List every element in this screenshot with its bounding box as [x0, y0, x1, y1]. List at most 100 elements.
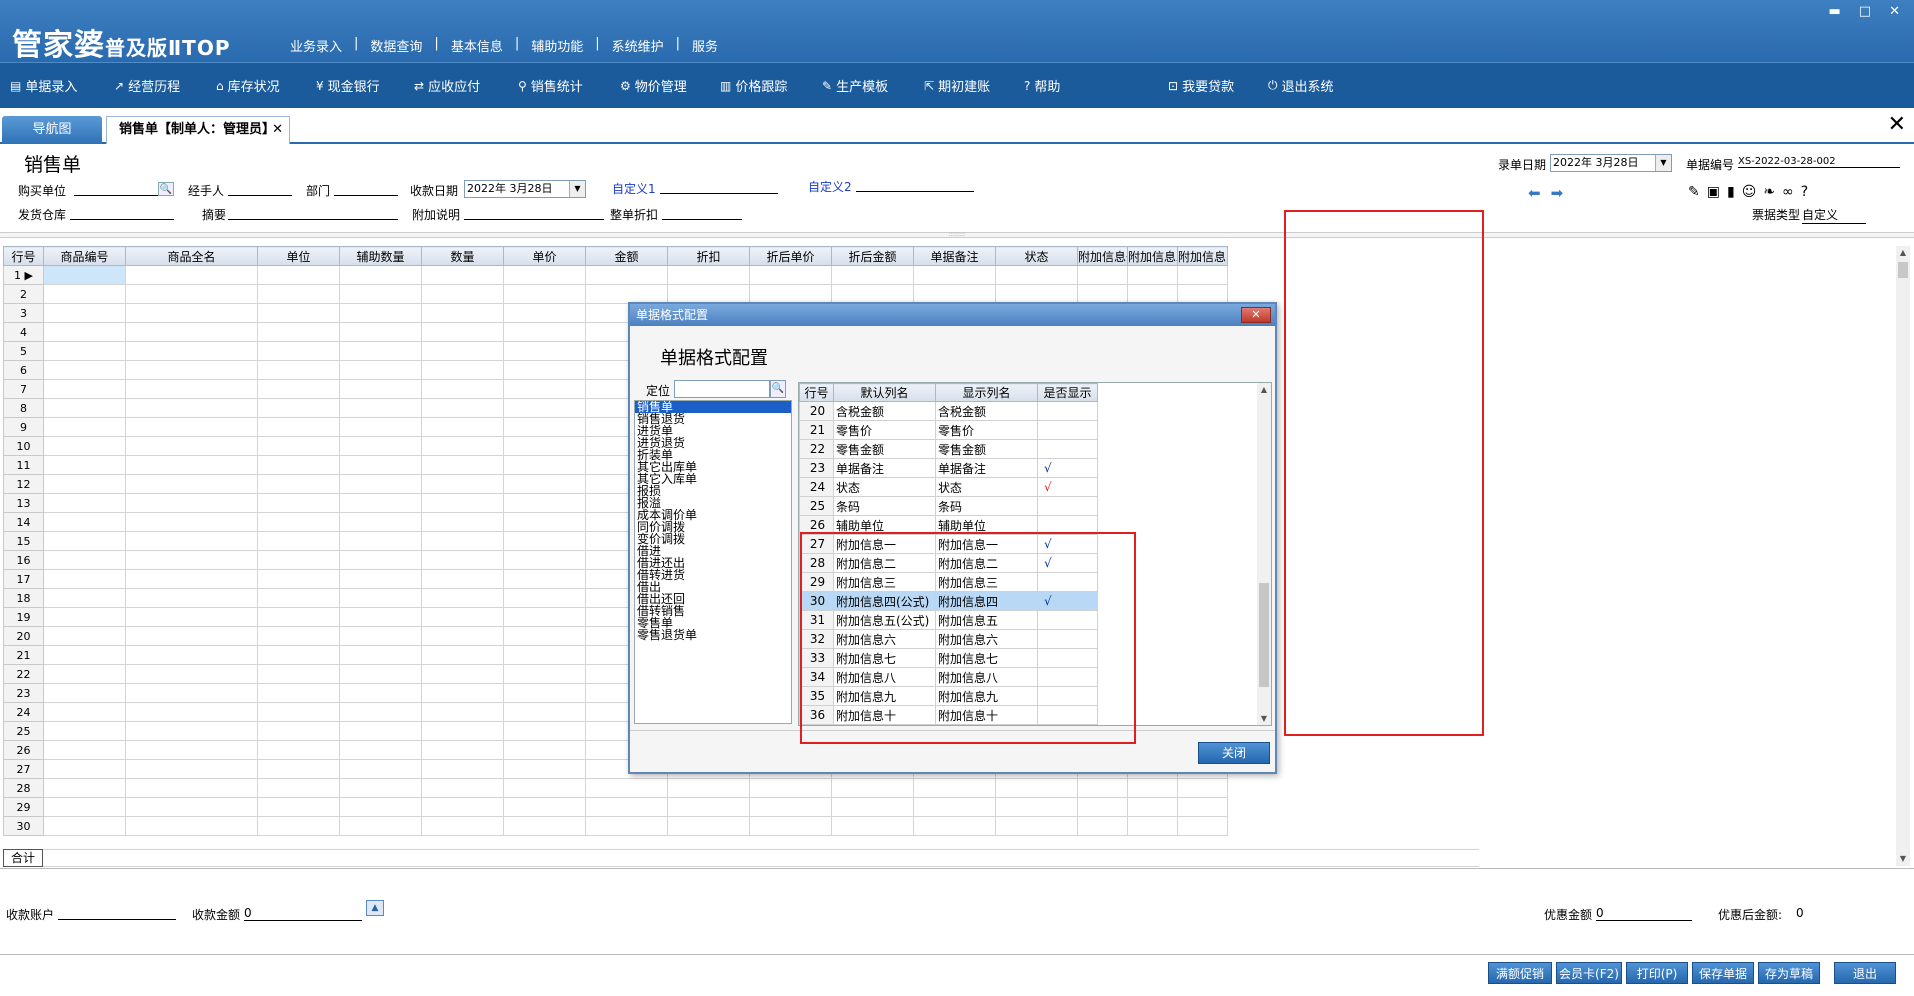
custom2-label[interactable]: 自定义2: [808, 178, 852, 195]
grid-cell[interactable]: [257, 550, 340, 570]
grid-cell[interactable]: [43, 778, 126, 798]
column-header[interactable]: 商品编号: [43, 246, 126, 266]
grid-cell[interactable]: [43, 398, 126, 418]
grid-cell[interactable]: [125, 265, 258, 285]
grid-cell[interactable]: [125, 816, 258, 836]
grid-cell[interactable]: [43, 265, 126, 285]
grid-cell[interactable]: [421, 398, 504, 418]
close-document-icon[interactable]: ✕: [1888, 112, 1906, 137]
grid-cell[interactable]: [125, 512, 258, 532]
grid-cell[interactable]: [257, 816, 340, 836]
grid-cell[interactable]: [339, 664, 422, 684]
display-column-name[interactable]: 附加信息八: [935, 667, 1038, 687]
grid-cell[interactable]: [749, 265, 832, 285]
grid-cell[interactable]: [421, 759, 504, 779]
grid-cell[interactable]: [257, 265, 340, 285]
grid-cell[interactable]: [421, 455, 504, 475]
show-checkbox[interactable]: [1037, 629, 1098, 649]
buyer-input[interactable]: [74, 182, 158, 196]
toolbar-gear-button[interactable]: ⚙ 物价管理: [620, 76, 720, 96]
table-row[interactable]: 20 含税金额 含税金额: [799, 401, 1098, 421]
grid-cell[interactable]: [257, 759, 340, 779]
grid-cell[interactable]: [257, 645, 340, 665]
top-menu-item[interactable]: 系统维护: [600, 36, 676, 55]
column-header[interactable]: 行号: [3, 246, 44, 266]
grid-cell[interactable]: [421, 474, 504, 494]
display-column-name[interactable]: 单据备注: [935, 458, 1038, 478]
grid-cell[interactable]: [43, 436, 126, 456]
grid-cell[interactable]: [503, 455, 586, 475]
grid-cell[interactable]: [421, 683, 504, 703]
grid-cell[interactable]: [339, 550, 422, 570]
grid-cell[interactable]: [1077, 265, 1128, 285]
toolbar-exchange-button[interactable]: ⇄ 应收应付: [414, 76, 518, 96]
arrow-right-icon[interactable]: ➡: [1551, 184, 1564, 202]
grid-cell[interactable]: [257, 436, 340, 456]
grid-cell[interactable]: [43, 626, 126, 646]
display-column-name[interactable]: 条码: [935, 496, 1038, 516]
grid-cell[interactable]: [503, 398, 586, 418]
dialog-close-button[interactable]: 关闭: [1198, 742, 1270, 764]
grid-cell[interactable]: [125, 778, 258, 798]
grid-cell[interactable]: [421, 284, 504, 304]
grid-cell[interactable]: [831, 778, 914, 798]
arrow-left-icon[interactable]: ⬅: [1528, 184, 1541, 202]
discount-input[interactable]: [662, 206, 742, 220]
show-checkbox[interactable]: [1037, 572, 1098, 592]
grid-cell[interactable]: [257, 284, 340, 304]
exit-button[interactable]: 退出: [1834, 962, 1896, 984]
grid-cell[interactable]: [43, 816, 126, 836]
grid-cell[interactable]: [503, 569, 586, 589]
top-menu-item[interactable]: 数据查询: [358, 36, 434, 55]
grid-cell[interactable]: [1077, 284, 1128, 304]
scroll-down-icon[interactable]: ▼: [1896, 852, 1910, 866]
show-checkbox[interactable]: [1037, 496, 1098, 516]
grid-cell[interactable]: [421, 303, 504, 323]
show-checkbox[interactable]: [1037, 705, 1098, 725]
grid-cell[interactable]: [257, 455, 340, 475]
grid-cell[interactable]: [749, 284, 832, 304]
grid-cell[interactable]: [1177, 797, 1228, 817]
list-item[interactable]: 零售退货单: [635, 629, 791, 641]
dept-input[interactable]: [334, 182, 398, 196]
grid-cell[interactable]: [667, 284, 750, 304]
grid-cell[interactable]: [257, 417, 340, 437]
grid-cell[interactable]: [43, 759, 126, 779]
tab-navigation[interactable]: 导航图: [2, 116, 102, 144]
grid-cell[interactable]: [421, 265, 504, 285]
grid-cell[interactable]: [125, 284, 258, 304]
grid-cell[interactable]: [339, 683, 422, 703]
display-column-name[interactable]: 附加信息三: [935, 572, 1038, 592]
grid-cell[interactable]: [43, 303, 126, 323]
grid-cell[interactable]: [667, 797, 750, 817]
grid-cell[interactable]: [503, 816, 586, 836]
display-column-name[interactable]: 附加信息二: [935, 553, 1038, 573]
table-row[interactable]: 28 附加信息二 附加信息二 √: [799, 553, 1098, 573]
grid-cell[interactable]: [503, 417, 586, 437]
table-row[interactable]: 36 附加信息十 附加信息十: [799, 705, 1098, 725]
table-row[interactable]: 30 附加信息四(公式) 附加信息四 √: [799, 591, 1098, 611]
column-header[interactable]: 单据备注: [913, 246, 996, 266]
grid-cell[interactable]: [257, 512, 340, 532]
leaf-icon[interactable]: ❧: [1763, 184, 1775, 200]
top-menu-item[interactable]: 辅助功能: [519, 36, 595, 55]
grid-cell[interactable]: [125, 379, 258, 399]
column-header[interactable]: 折扣: [667, 246, 750, 266]
table-row[interactable]: 25 条码 条码: [799, 496, 1098, 516]
summary-input[interactable]: [228, 206, 398, 220]
grid-cell[interactable]: [831, 816, 914, 836]
column-header[interactable]: 商品全名: [125, 246, 258, 266]
grid-cell[interactable]: [503, 607, 586, 627]
custom1-input[interactable]: [660, 180, 778, 194]
grid-cell[interactable]: [421, 341, 504, 361]
grid-cell[interactable]: [503, 740, 586, 760]
grid-cell[interactable]: [421, 417, 504, 437]
grid-cell[interactable]: [421, 740, 504, 760]
toolbar-bar-chart-button[interactable]: ▥ 价格跟踪: [720, 76, 822, 96]
grid-cell[interactable]: [339, 721, 422, 741]
grid-cell[interactable]: [503, 360, 586, 380]
grid-cell[interactable]: [421, 569, 504, 589]
grid-cell[interactable]: [421, 702, 504, 722]
grid-cell[interactable]: [421, 645, 504, 665]
dialog-grid-scrollbar[interactable]: ▲ ▼: [1257, 383, 1271, 725]
